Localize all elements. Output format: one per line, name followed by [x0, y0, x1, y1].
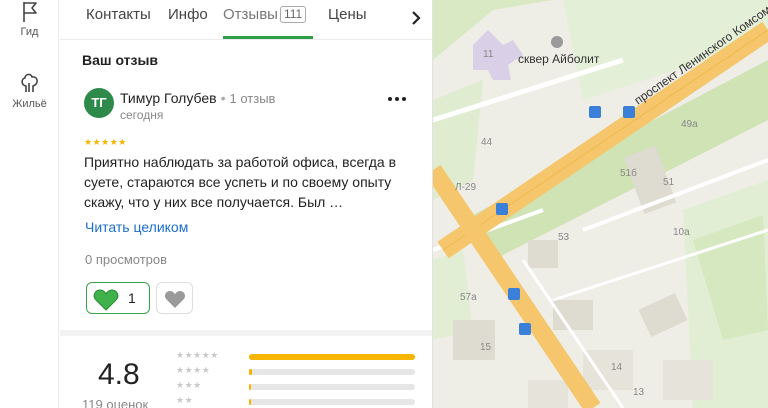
tab-prices[interactable]: Цены: [328, 6, 367, 23]
average-rating: 4.8: [98, 358, 140, 391]
rating-bar-row: ★★★: [176, 380, 416, 392]
chevron-right-icon[interactable]: [406, 8, 426, 28]
tab-fade: [378, 1, 408, 37]
poi-label: сквер Айболит: [518, 52, 600, 66]
org-panel: Контакты Инфо Отзывы 111 Цены Ваш отзыв Т…: [60, 0, 433, 408]
map-view[interactable]: проспект Ленинского Комсомола сквер Айбол…: [433, 0, 768, 408]
rating-bar-track: [249, 399, 415, 405]
tab-reviews-label: Отзывы: [223, 6, 278, 23]
active-tab-indicator: [223, 36, 313, 39]
rail-item-housing[interactable]: Жильё: [0, 72, 59, 110]
rating-bar-fill: [249, 354, 415, 360]
house-number-label: 44: [481, 137, 493, 148]
map-canvas[interactable]: проспект Ленинского Комсомоласквер Айбол…: [433, 0, 768, 408]
section-divider: [60, 330, 432, 336]
tab-reviews[interactable]: Отзывы 111: [223, 6, 307, 23]
review-stars: ★★★★★: [84, 137, 127, 147]
rating-bar-fill: [249, 369, 253, 375]
tab-contacts[interactable]: Контакты: [86, 6, 151, 23]
author-review-count: 1 отзыв: [229, 91, 276, 106]
left-rail: Гид Жильё: [0, 0, 59, 408]
like-count: 1: [128, 290, 136, 306]
dislike-button[interactable]: [156, 282, 193, 314]
rating-bar-fill: [249, 399, 251, 405]
rating-bar-track: [249, 384, 415, 390]
author-name[interactable]: Тимур Голубев: [120, 90, 217, 106]
house-number-label: 15: [480, 342, 492, 353]
rating-bar-track: [249, 369, 415, 375]
rating-bar-row: ★★★★★: [176, 350, 416, 362]
house-number-label: 10а: [673, 227, 690, 238]
review-views: 0 просмотров: [85, 252, 168, 267]
rating-bar-stars: ★★★: [176, 380, 202, 390]
reviews-count-badge: 111: [279, 6, 307, 23]
rating-bar-row: ★★★★: [176, 365, 416, 377]
section-title: Ваш отзыв: [82, 52, 159, 68]
house-number-label: 49а: [681, 119, 698, 130]
tab-bar: Контакты Инфо Отзывы 111 Цены: [60, 0, 432, 40]
house-number-label: 53: [558, 232, 570, 243]
more-options-icon[interactable]: [386, 92, 408, 106]
rail-item-label: Гид: [20, 26, 39, 38]
flag-icon: [22, 2, 37, 22]
rail-item-label: Жильё: [12, 98, 47, 110]
app-window: Гид Жильё Контакты Инфо Отзывы 111 Цены В…: [0, 0, 768, 408]
review-author: Тимур Голубев • 1 отзыв: [120, 90, 276, 106]
house-number-label: 57а: [460, 292, 477, 303]
house-number-label: 14: [611, 362, 623, 373]
like-button[interactable]: 1: [86, 282, 150, 314]
avatar[interactable]: ТГ: [84, 88, 114, 118]
review-date: сегодня: [120, 108, 164, 122]
house-number-label: 51: [663, 177, 675, 188]
house-number-label: 13: [633, 387, 645, 398]
review-text: Приятно наблюдать за работой офиса, всег…: [84, 154, 397, 210]
tree-icon: [20, 73, 38, 92]
rating-bar-fill: [249, 384, 251, 390]
house-number-label: Л-29: [455, 182, 476, 193]
green-heart-icon: [93, 289, 119, 311]
rail-item-guide[interactable]: Гид: [0, 0, 59, 38]
rating-bar-track: [249, 354, 415, 360]
house-number-label: 11: [483, 49, 494, 60]
ratings-count: 119 оценок: [82, 397, 149, 408]
read-more-link[interactable]: Читать целиком: [85, 219, 188, 235]
rating-bar-stars: ★★: [176, 395, 194, 405]
tab-info[interactable]: Инфо: [168, 6, 208, 23]
rating-bar-row: ★★: [176, 395, 416, 407]
heart-icon: [164, 291, 186, 308]
house-number-label: 51б: [620, 167, 637, 179]
rating-bar-stars: ★★★★: [176, 365, 211, 375]
rating-bar-stars: ★★★★★: [176, 350, 219, 360]
